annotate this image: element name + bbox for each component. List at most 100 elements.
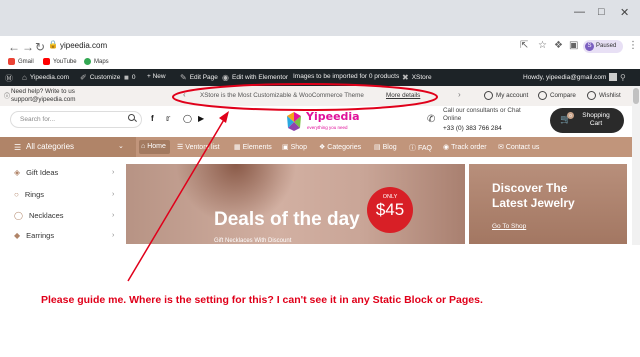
bookmark-gmail[interactable]: Gmail xyxy=(8,58,34,65)
elementor-icon: ◉ xyxy=(222,73,229,82)
category-item-gift-ideas[interactable]: ◈ Gift Ideas xyxy=(14,168,58,177)
mail-icon: ✉ xyxy=(498,144,504,151)
lock-icon[interactable]: 🔒 xyxy=(48,40,58,49)
wp-xstore-link[interactable]: ✖ XStore xyxy=(402,73,432,82)
wp-admin-bar: Ⓜ ⌂ Yipeedia.com ✐ Customize ■ 0 + New ✎ Edi… xyxy=(0,69,640,86)
category-item-earrings[interactable]: ◆ Earrings xyxy=(14,231,54,240)
youtube-icon[interactable]: ▶ xyxy=(198,114,204,123)
promo-more-details-link[interactable]: More details xyxy=(386,92,420,99)
avatar xyxy=(609,73,618,81)
nav-track-order[interactable]: ◉ Track order xyxy=(443,143,487,152)
xstore-icon: ✖ xyxy=(402,73,409,82)
bookmark-maps[interactable]: Maps xyxy=(84,58,109,65)
comment-icon: ■ xyxy=(124,73,129,82)
compare-icon xyxy=(538,91,547,100)
main-nav: ☰ All categories ⌄ ⌂ Home ☰ Ventors list ▦… xyxy=(0,137,632,157)
nav-ventors-list[interactable]: ☰ Ventors list xyxy=(177,143,220,152)
facebook-icon[interactable]: f xyxy=(151,114,154,123)
consult-text: Call our consultants or Chat Online xyxy=(443,107,521,122)
my-account-link[interactable]: My account xyxy=(484,91,528,100)
help-icon: ⓘ xyxy=(4,94,11,100)
wishlist-link[interactable]: Wishlist xyxy=(587,91,621,100)
promo-text: XStore is the Most Customizable & WooCom… xyxy=(200,92,364,99)
twitter-icon[interactable]: 𝕣 xyxy=(166,114,170,123)
nav-shop[interactable]: ▣ Shop xyxy=(282,143,307,152)
logo-icon[interactable] xyxy=(284,110,304,132)
nav-home[interactable]: ⌂ Home xyxy=(141,143,166,150)
wp-site-link[interactable]: ⌂ Yipeedia.com xyxy=(22,73,69,82)
wp-elementor-link[interactable]: ◉ Edit with Elementor xyxy=(222,73,288,82)
nav-elements[interactable]: ▦ Elements xyxy=(234,143,272,152)
menu-icon: ☰ xyxy=(14,143,22,152)
chevron-right-icon: › xyxy=(112,191,115,198)
blog-icon: ▤ xyxy=(374,144,381,151)
chevron-down-icon: ⌄ xyxy=(118,143,124,150)
user-icon xyxy=(484,91,493,100)
wp-howdy-account[interactable]: Howdy, yipeedia@gmail.com xyxy=(523,73,618,81)
pencil-icon: ✎ xyxy=(180,73,187,82)
wp-import-notice[interactable]: Images to be imported for 0 products xyxy=(293,73,399,80)
scrollbar[interactable] xyxy=(632,86,640,246)
url-field[interactable]: yipeedia.com xyxy=(60,41,107,50)
wp-comments-link[interactable]: ■ 0 xyxy=(124,73,135,82)
back-icon[interactable]: ← xyxy=(8,40,20,54)
chevron-right-icon: › xyxy=(112,212,115,219)
avatar: S xyxy=(585,42,594,51)
minimize-icon[interactable]: — xyxy=(574,6,585,18)
search-icon[interactable] xyxy=(128,114,135,121)
phone-icon: ✆ xyxy=(427,114,436,125)
nav-faq[interactable]: ⓘ FAQ xyxy=(409,143,432,153)
forward-icon[interactable]: → xyxy=(22,40,34,54)
extensions-icon[interactable]: ❖ xyxy=(554,40,563,51)
category-item-necklaces[interactable]: ◯ Necklaces xyxy=(14,211,64,220)
menu-kebab-icon[interactable]: ⋮ xyxy=(628,40,638,51)
promo-card[interactable]: Discover The Latest Jewelry Go To Shop xyxy=(469,164,627,244)
bookmark-youtube[interactable]: YouTube xyxy=(43,58,77,65)
profile-button[interactable]: S Paused xyxy=(583,40,623,53)
phone-number[interactable]: +33 (0) 383 766 284 xyxy=(443,125,502,132)
help-contact[interactable]: Need help? Write to us support@yipeedia.… xyxy=(11,88,76,104)
category-item-rings[interactable]: ○ Rings xyxy=(14,190,44,199)
top-notice-bar: ⓘ Need help? Write to us support@yipeedi… xyxy=(0,86,632,106)
all-categories-button[interactable]: ☰ All categories ⌄ xyxy=(0,137,136,157)
wordpress-icon[interactable]: Ⓜ xyxy=(5,73,13,84)
hero-image xyxy=(126,164,465,244)
gmail-icon xyxy=(8,58,15,65)
chevron-left-icon[interactable]: ‹ xyxy=(183,90,186,99)
ring-icon: ○ xyxy=(14,190,19,199)
reload-icon[interactable]: ↻ xyxy=(35,40,45,54)
truck-icon: ◉ xyxy=(443,144,450,151)
search-icon[interactable]: ⚲ xyxy=(620,73,626,82)
site-logo[interactable]: Yipeedia xyxy=(306,110,360,123)
earring-icon: ◆ xyxy=(14,231,21,240)
compare-link[interactable]: Compare xyxy=(538,91,576,100)
annotation-question: Please guide me. Where is the setting fo… xyxy=(41,294,483,306)
go-to-shop-link[interactable]: Go To Shop xyxy=(492,223,526,230)
chevron-right-icon[interactable]: › xyxy=(458,90,461,99)
wp-edit-page-link[interactable]: ✎ Edit Page xyxy=(180,73,218,82)
wp-customize-link[interactable]: ✐ Customize xyxy=(80,73,120,82)
nav-categories[interactable]: ❖ Categories xyxy=(319,143,361,152)
brush-icon: ✐ xyxy=(80,73,87,82)
share-icon[interactable]: ⇱ xyxy=(520,40,528,51)
list-icon: ☰ xyxy=(177,144,184,151)
chevron-right-icon: › xyxy=(112,232,115,239)
search-input[interactable]: Search for... xyxy=(10,111,142,128)
close-icon[interactable]: ✕ xyxy=(620,6,629,19)
wp-new-link[interactable]: + New xyxy=(147,73,166,80)
question-icon: ⓘ xyxy=(409,145,416,152)
scrollbar-thumb[interactable] xyxy=(633,88,639,104)
instagram-icon[interactable]: ◯ xyxy=(183,114,192,123)
sidepanel-icon[interactable]: ▣ xyxy=(569,40,578,51)
maximize-icon[interactable]: □ xyxy=(598,6,605,18)
tag-icon: ❖ xyxy=(319,144,326,151)
bookmark-star-icon[interactable]: ☆ xyxy=(538,40,547,51)
bag-icon: ▣ xyxy=(282,144,289,151)
nav-contact-us[interactable]: ✉ Contact us xyxy=(498,143,539,152)
nav-blog[interactable]: ▤ Blog xyxy=(374,143,397,152)
browser-tab-strip: — □ ✕ xyxy=(0,0,640,36)
hero-banner[interactable]: Deals of the day Gift Necklaces With Dis… xyxy=(126,164,465,244)
home-icon: ⌂ xyxy=(141,143,146,150)
hero-title: Deals of the day xyxy=(214,209,360,230)
promo-card-title: Discover The Latest Jewelry xyxy=(492,181,575,210)
